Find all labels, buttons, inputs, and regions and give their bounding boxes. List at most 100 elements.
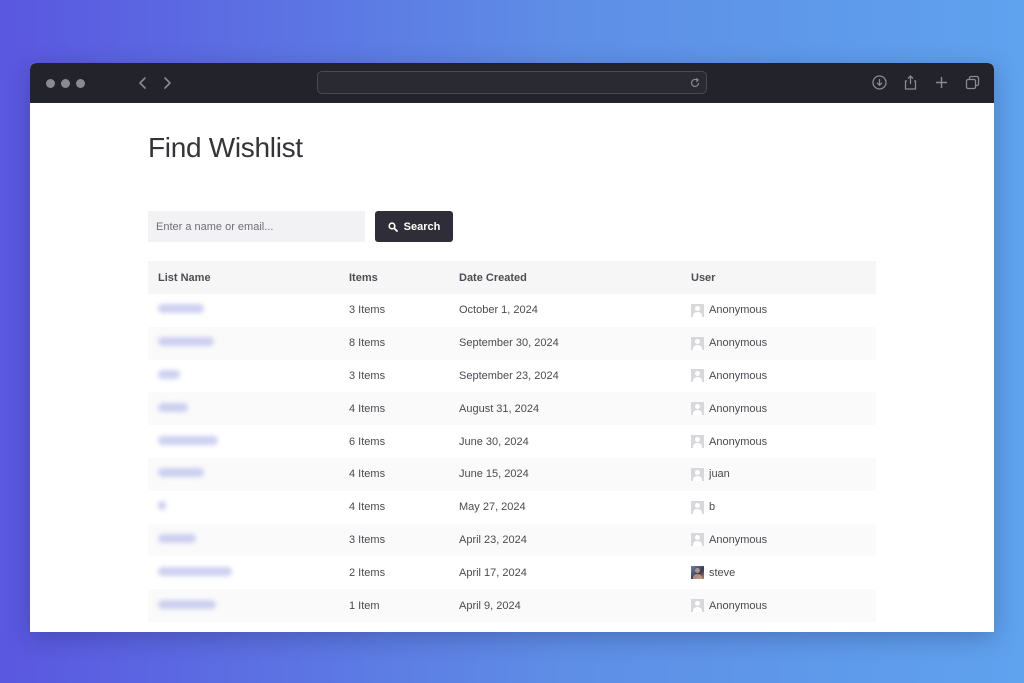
page-content: Find Wishlist Search List Name Items Dat… — [30, 103, 994, 632]
avatar — [691, 435, 704, 449]
cell-user: Anonymous — [681, 359, 876, 393]
table-row: 6 Items June 30, 2024 Anonymous — [148, 425, 876, 458]
user-info: juan — [691, 467, 876, 481]
column-header-items: Items — [339, 261, 449, 294]
user-name: Anonymous — [709, 402, 768, 415]
address-bar[interactable] — [317, 71, 707, 94]
list-name-link-redacted[interactable] — [158, 501, 166, 511]
cell-list-name — [148, 556, 339, 590]
wishlist-table: List Name Items Date Created User 3 Item… — [148, 261, 876, 622]
cell-list-name — [148, 326, 339, 360]
avatar — [691, 533, 704, 547]
avatar — [691, 467, 704, 481]
cell-list-name — [148, 457, 339, 491]
cell-date-created: September 30, 2024 — [449, 326, 681, 360]
plus-icon[interactable] — [933, 74, 950, 91]
user-info: Anonymous — [691, 402, 876, 416]
user-name: Anonymous — [709, 369, 768, 382]
table-row: 3 Items October 1, 2024 Anonymous — [148, 294, 876, 327]
cell-date-created: May 27, 2024 — [449, 490, 681, 524]
cell-date-created: October 1, 2024 — [449, 294, 681, 327]
page-title: Find Wishlist — [148, 132, 303, 163]
cell-date-created: April 17, 2024 — [449, 556, 681, 590]
user-name: Anonymous — [709, 337, 768, 350]
window-close-dot[interactable] — [46, 79, 55, 88]
table-row: 4 Items August 31, 2024 Anonymous — [148, 392, 876, 426]
list-name-link-redacted[interactable] — [158, 369, 180, 379]
list-name-link-redacted[interactable] — [158, 337, 214, 347]
list-name-link-redacted[interactable] — [158, 435, 218, 445]
cell-list-name — [148, 392, 339, 426]
user-name: b — [709, 501, 716, 514]
search-button-label: Search — [403, 220, 441, 233]
table-body: 3 Items October 1, 2024 Anonymous 8 Items Se… — [148, 294, 876, 622]
column-header-list-name: List Name — [148, 261, 339, 294]
search-input[interactable] — [148, 211, 365, 242]
cell-date-created: September 23, 2024 — [449, 359, 681, 393]
window-zoom-dot[interactable] — [76, 79, 85, 88]
cell-user: Anonymous — [681, 523, 876, 557]
cell-list-name — [148, 523, 339, 557]
cell-user: Anonymous — [681, 425, 876, 458]
list-name-link-redacted[interactable] — [158, 402, 188, 412]
user-info: b — [691, 500, 876, 514]
user-name: Anonymous — [709, 435, 768, 448]
avatar — [691, 402, 704, 416]
cell-list-name — [148, 490, 339, 524]
user-info: Anonymous — [691, 336, 876, 350]
user-name: Anonymous — [709, 599, 768, 612]
share-icon[interactable] — [902, 74, 919, 91]
cell-list-name — [148, 294, 339, 327]
user-info: Anonymous — [691, 599, 876, 613]
user-info: steve — [691, 566, 876, 580]
cell-items: 2 Items — [339, 556, 449, 590]
cell-items: 4 Items — [339, 490, 449, 524]
user-info: Anonymous — [691, 435, 876, 449]
avatar — [691, 500, 704, 514]
chevron-right-icon[interactable] — [159, 74, 175, 92]
search-icon — [388, 221, 398, 232]
cell-items: 3 Items — [339, 294, 449, 327]
user-info: Anonymous — [691, 303, 876, 317]
cell-list-name — [148, 359, 339, 393]
cell-user: Anonymous — [681, 326, 876, 360]
list-name-link-redacted[interactable] — [158, 468, 204, 478]
table-row: 3 Items April 23, 2024 Anonymous — [148, 523, 876, 557]
cell-user: Anonymous — [681, 294, 876, 327]
user-name: Anonymous — [709, 304, 768, 317]
chevron-left-icon[interactable] — [135, 74, 151, 92]
cell-user: b — [681, 490, 876, 524]
user-name: steve — [709, 566, 736, 579]
list-name-link-redacted[interactable] — [158, 304, 204, 314]
window-minimize-dot[interactable] — [61, 79, 70, 88]
search-button[interactable]: Search — [375, 211, 453, 242]
cell-user: steve — [681, 556, 876, 590]
download-icon[interactable] — [871, 74, 888, 91]
browser-window: Find Wishlist Search List Name Items Dat… — [30, 63, 994, 632]
cell-list-name — [148, 589, 339, 622]
list-name-link-redacted[interactable] — [158, 533, 196, 543]
cell-date-created: June 30, 2024 — [449, 425, 681, 458]
cell-items: 3 Items — [339, 359, 449, 393]
cell-items: 1 Item — [339, 589, 449, 622]
table-header-row: List Name Items Date Created User — [148, 261, 876, 294]
cell-date-created: August 31, 2024 — [449, 392, 681, 426]
user-info: Anonymous — [691, 369, 876, 383]
table-row: 8 Items September 30, 2024 Anonymous — [148, 326, 876, 360]
column-header-user: User — [681, 261, 876, 294]
avatar — [691, 336, 704, 350]
table-row: 4 Items May 27, 2024 b — [148, 490, 876, 524]
cell-list-name — [148, 425, 339, 458]
reload-icon[interactable] — [689, 77, 701, 89]
tabs-overview-icon[interactable] — [964, 74, 981, 91]
cell-user: juan — [681, 457, 876, 491]
cell-date-created: April 9, 2024 — [449, 589, 681, 622]
column-header-date-created: Date Created — [449, 261, 681, 294]
table-row: 1 Item April 9, 2024 Anonymous — [148, 589, 876, 622]
user-name: juan — [709, 468, 730, 481]
cell-items: 4 Items — [339, 392, 449, 426]
list-name-link-redacted[interactable] — [158, 599, 216, 609]
list-name-link-redacted[interactable] — [158, 566, 232, 576]
table-row: 2 Items April 17, 2024 steve — [148, 556, 876, 590]
avatar — [691, 566, 704, 580]
